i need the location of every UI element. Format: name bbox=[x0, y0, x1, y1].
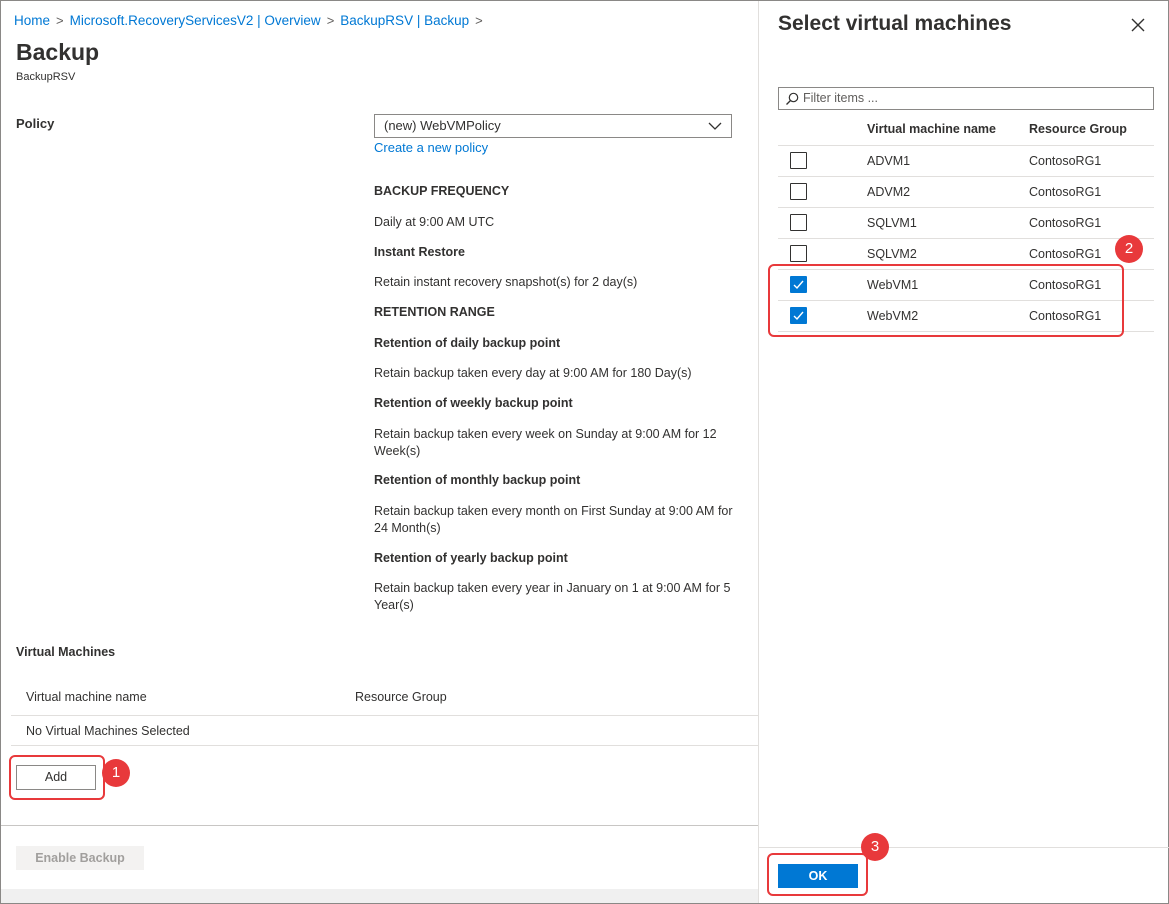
resource-group: ContosoRG1 bbox=[1029, 185, 1102, 199]
vm-name: ADVM1 bbox=[867, 154, 911, 168]
vm-name: SQLVM1 bbox=[867, 216, 917, 230]
empty-message: No Virtual Machines Selected bbox=[26, 724, 190, 738]
row-checkbox[interactable] bbox=[790, 214, 807, 231]
policy-detail-heading: Retention of yearly backup point bbox=[374, 551, 568, 565]
virtual-machines-heading: Virtual Machines bbox=[16, 645, 116, 659]
create-policy-link[interactable]: Create a new policy bbox=[374, 140, 488, 155]
policy-detail-heading: Retention of daily backup point bbox=[374, 336, 561, 350]
resource-group: ContosoRG1 bbox=[1029, 216, 1102, 230]
column-vm-name: Virtual machine name bbox=[867, 122, 996, 136]
grid-row[interactable]: ADVM2 ContosoRG1 bbox=[778, 177, 1154, 208]
panel-title: Select virtual machines bbox=[778, 12, 1012, 35]
breadcrumb-separator: > bbox=[56, 13, 64, 28]
policy-dropdown[interactable]: (new) WebVMPolicy bbox=[374, 114, 732, 138]
footer-divider bbox=[1, 825, 758, 826]
policy-detail-text: Retain backup taken every month on First… bbox=[374, 504, 733, 535]
grid-row[interactable]: ADVM1 ContosoRG1 bbox=[778, 146, 1154, 177]
breadcrumb-home[interactable]: Home bbox=[14, 13, 50, 28]
vm-empty-row: No Virtual Machines Selected bbox=[11, 716, 758, 746]
filter-placeholder: Filter items ... bbox=[803, 91, 879, 105]
policy-detail-text: Retain backup taken every week on Sunday… bbox=[374, 427, 717, 458]
callout-highlight-ok bbox=[767, 853, 868, 896]
row-checkbox[interactable] bbox=[790, 183, 807, 200]
callout-highlight-selection bbox=[768, 264, 1124, 337]
resource-group: ContosoRG1 bbox=[1029, 154, 1102, 168]
column-resource-group: Resource Group bbox=[1029, 122, 1127, 136]
callout-badge: 1 bbox=[102, 759, 130, 787]
policy-detail-heading: Instant Restore bbox=[374, 245, 465, 259]
policy-detail-heading: Retention of monthly backup point bbox=[374, 473, 581, 487]
resource-group: ContosoRG1 bbox=[1029, 247, 1102, 261]
callout-highlight-add bbox=[9, 755, 105, 800]
filter-input[interactable]: Filter items ... bbox=[778, 87, 1154, 110]
vm-table-header: Virtual machine name Resource Group bbox=[11, 681, 758, 716]
breadcrumb-backup[interactable]: BackupRSV | Backup bbox=[340, 13, 469, 28]
policy-detail-heading: RETENTION RANGE bbox=[374, 305, 495, 319]
panel-footer-divider bbox=[759, 847, 1169, 848]
vm-name: SQLVM2 bbox=[867, 247, 917, 261]
callout-badge: 3 bbox=[861, 833, 889, 861]
breadcrumb-separator: > bbox=[326, 13, 335, 28]
policy-dropdown-value: (new) WebVMPolicy bbox=[384, 118, 501, 133]
horizontal-scrollbar[interactable] bbox=[1, 889, 758, 903]
row-checkbox[interactable] bbox=[790, 152, 807, 169]
policy-detail-text: Retain backup taken every year in Januar… bbox=[374, 581, 731, 612]
vm-name: ADVM2 bbox=[867, 185, 911, 199]
page-subtitle: BackupRSV bbox=[16, 71, 76, 83]
policy-detail-text: Retain backup taken every day at 9:00 AM… bbox=[374, 366, 692, 380]
enable-backup-button[interactable]: Enable Backup bbox=[16, 846, 144, 870]
policy-detail-heading: Retention of weekly backup point bbox=[374, 396, 573, 410]
search-icon bbox=[786, 92, 799, 105]
close-icon[interactable] bbox=[1128, 15, 1148, 35]
policy-detail-text: Daily at 9:00 AM UTC bbox=[374, 215, 495, 229]
breadcrumb-separator: > bbox=[475, 13, 483, 28]
breadcrumb: Home > Microsoft.RecoveryServicesV2 | Over… bbox=[14, 13, 489, 28]
policy-detail-heading: BACKUP FREQUENCY bbox=[374, 184, 510, 198]
column-resource-group: Resource Group bbox=[355, 690, 447, 704]
row-checkbox[interactable] bbox=[790, 245, 807, 262]
column-vm-name: Virtual machine name bbox=[26, 690, 147, 704]
grid-row[interactable]: SQLVM1 ContosoRG1 bbox=[778, 208, 1154, 239]
grid-header: Virtual machine name Resource Group bbox=[778, 115, 1154, 146]
callout-badge: 2 bbox=[1115, 235, 1143, 263]
policy-detail-text: Retain instant recovery snapshot(s) for … bbox=[374, 275, 638, 289]
breadcrumb-recovery-services[interactable]: Microsoft.RecoveryServicesV2 | Overview bbox=[70, 13, 321, 28]
select-vms-panel: Select virtual machines Filter items ...… bbox=[758, 1, 1169, 903]
chevron-down-icon bbox=[708, 122, 722, 130]
page-title: Backup bbox=[16, 39, 100, 65]
policy-label: Policy bbox=[16, 116, 55, 131]
